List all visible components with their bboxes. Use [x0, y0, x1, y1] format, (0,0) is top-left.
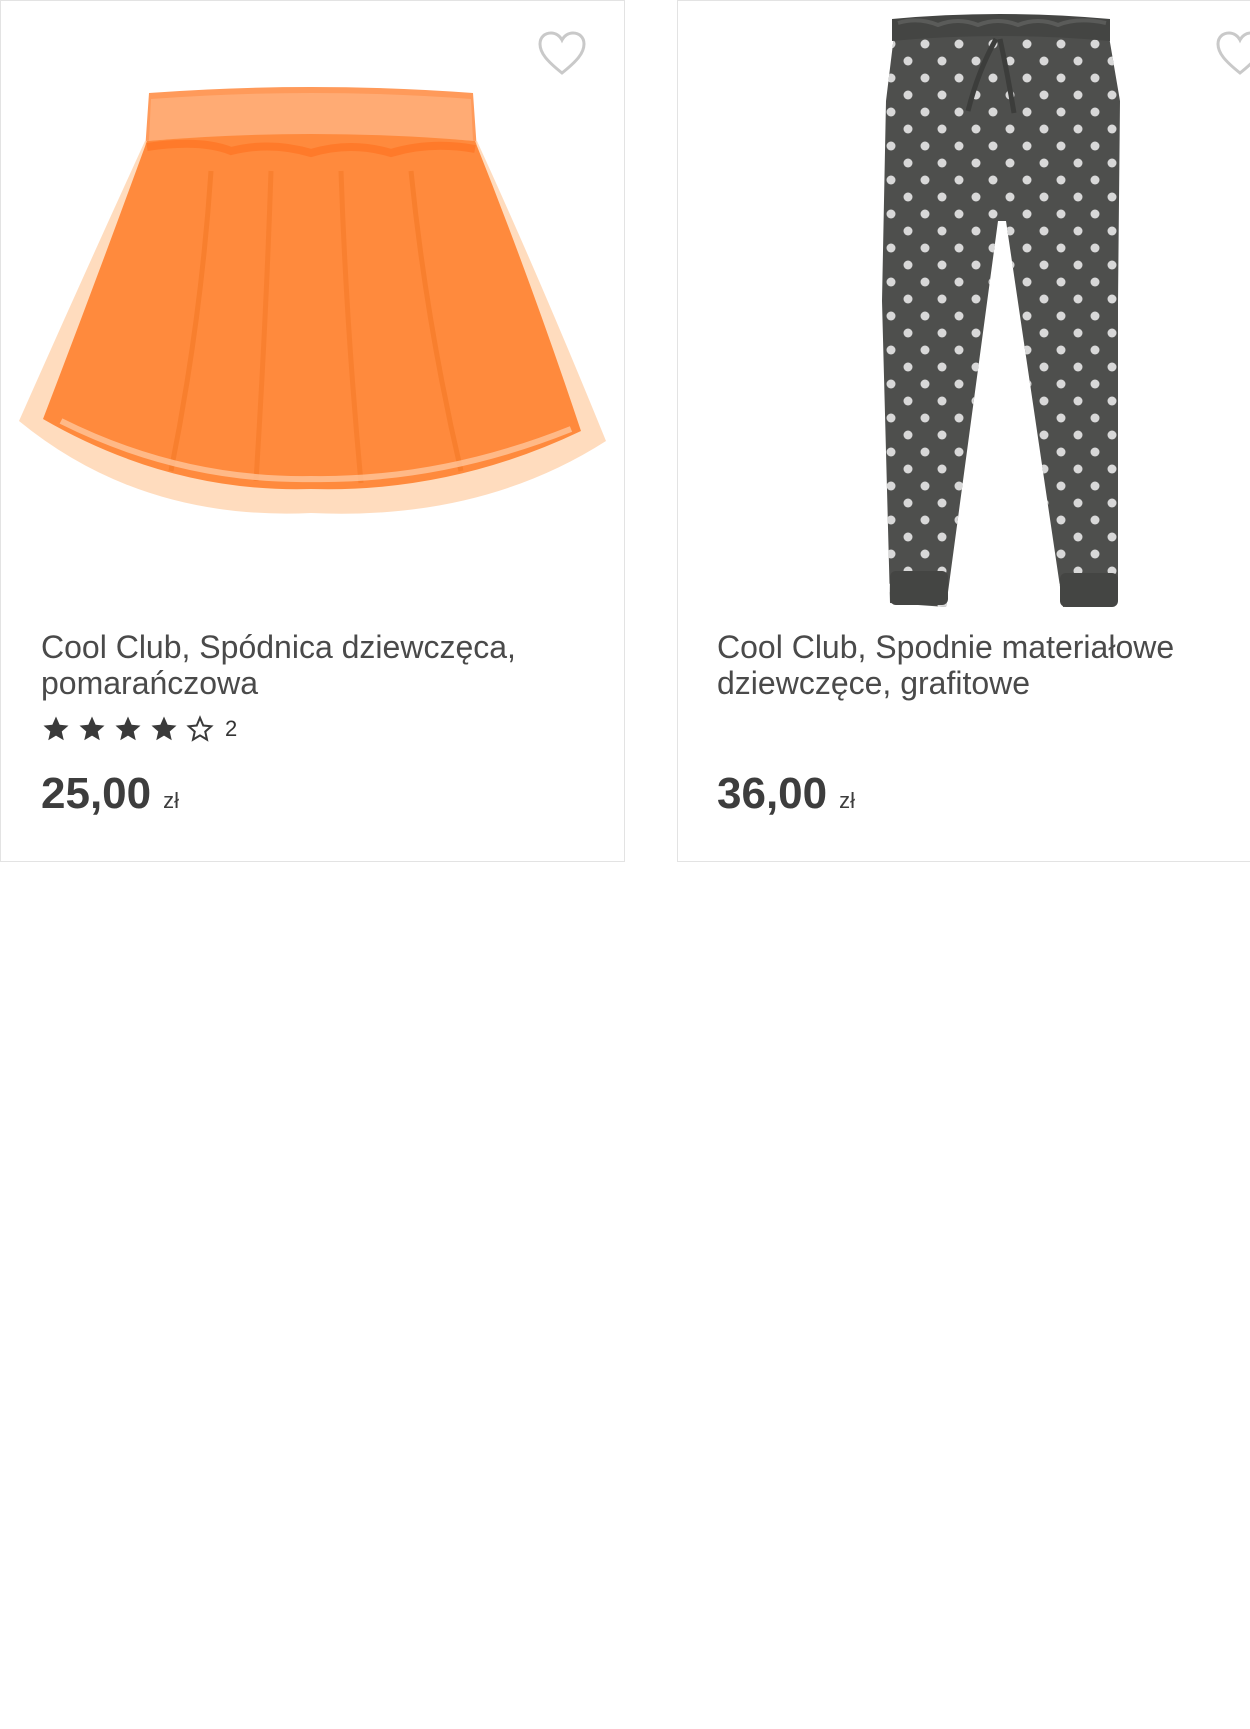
product-rating: 2	[41, 713, 237, 745]
product-price: 25,00 zł	[41, 769, 179, 819]
star-outline-icon	[186, 715, 214, 742]
product-title-line: Cool Club, Spódnica dziewczęca,	[41, 629, 516, 665]
product-title[interactable]: Cool Club, Spodnie materiałowe dziewczęc…	[717, 629, 1247, 701]
graphite-trousers-image	[882, 14, 1120, 607]
star-filled-icon	[115, 716, 141, 741]
product-price: 36,00 zł	[717, 769, 855, 819]
star-filled-icon	[79, 716, 105, 741]
product-title-line: pomarańczowa	[41, 665, 258, 701]
heart-outline-icon	[1216, 31, 1250, 75]
product-card[interactable]: Cool Club, Spódnica dziewczęca, pomarańc…	[0, 0, 625, 862]
product-image[interactable]	[1, 1, 624, 616]
price-value: 36,00	[717, 769, 828, 818]
product-title-line: dziewczęce, grafitowe	[717, 665, 1031, 701]
orange-skirt-image	[19, 87, 606, 514]
price-currency: zł	[839, 788, 855, 813]
heart-outline-icon	[538, 31, 586, 75]
favorite-button[interactable]	[1215, 31, 1250, 77]
rating-count: 2	[225, 716, 238, 741]
product-card[interactable]: Cool Club, Spodnie materiałowe dziewczęc…	[677, 0, 1250, 862]
favorite-button[interactable]	[537, 31, 587, 77]
price-value: 25,00	[41, 769, 152, 818]
star-filled-icon	[43, 716, 69, 741]
price-currency: zł	[163, 788, 179, 813]
star-filled-icon	[151, 716, 177, 741]
product-image[interactable]	[678, 1, 1250, 616]
product-grid: Cool Club, Spódnica dziewczęca, pomarańc…	[0, 0, 1250, 1729]
product-title-line: Cool Club, Spodnie materiałowe	[717, 629, 1175, 665]
product-title[interactable]: Cool Club, Spódnica dziewczęca, pomarańc…	[41, 629, 601, 701]
